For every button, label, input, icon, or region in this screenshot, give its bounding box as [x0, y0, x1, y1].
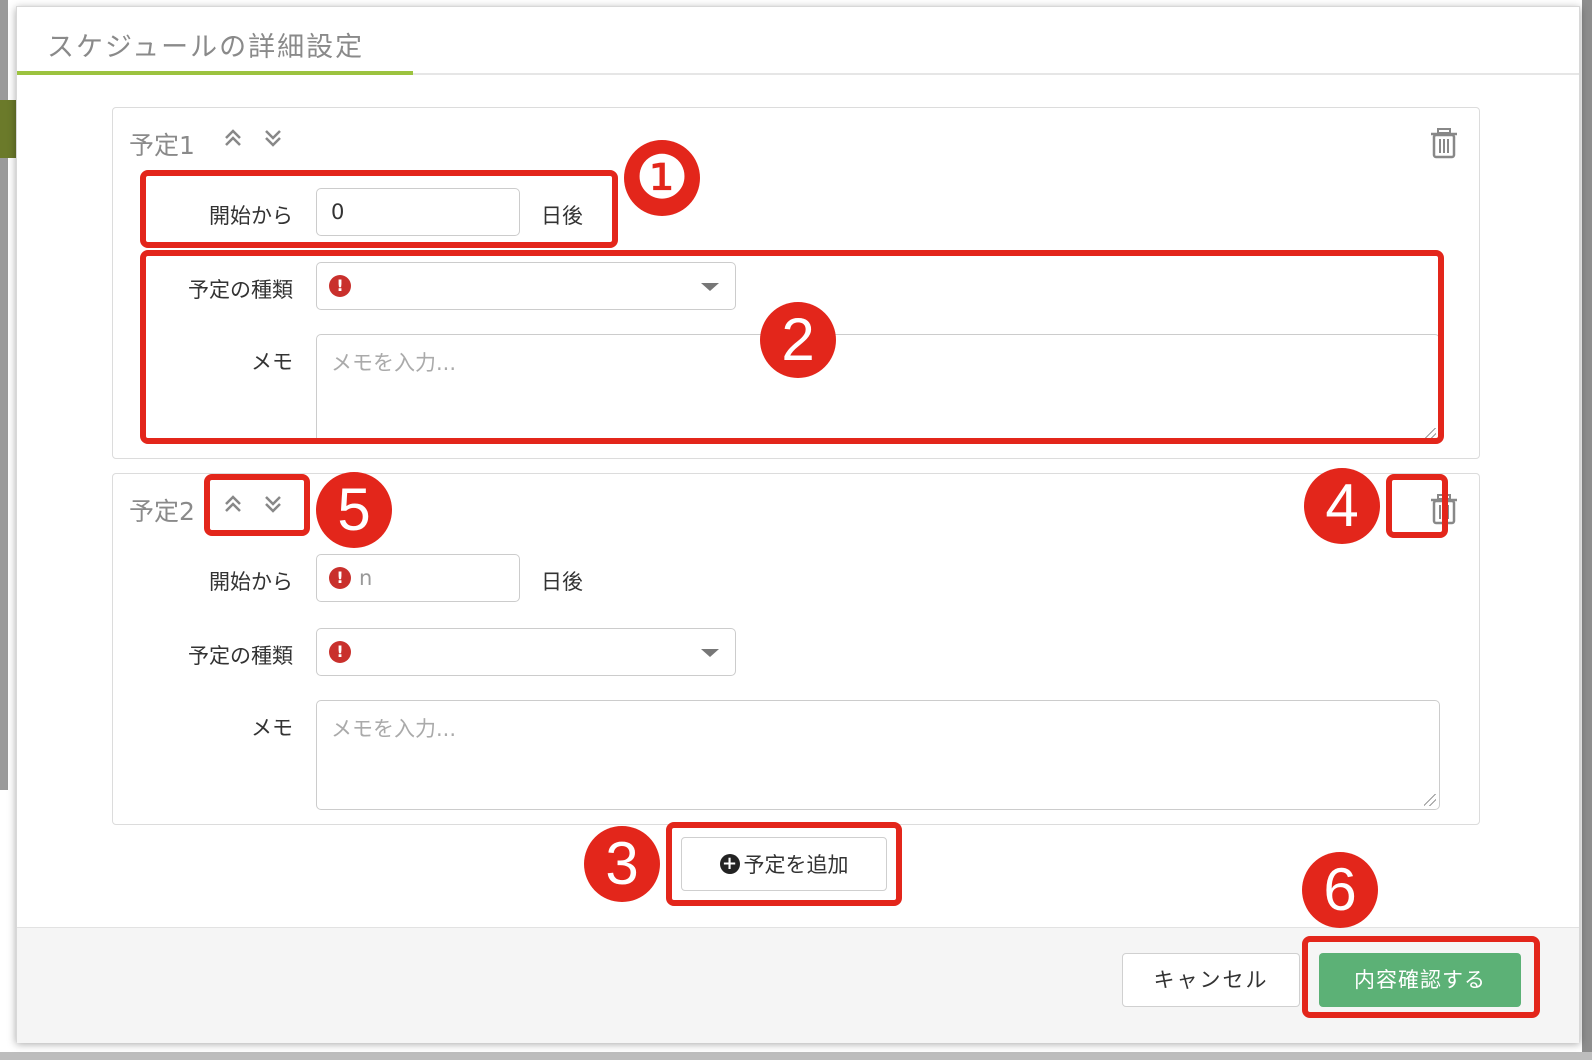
- schedule-card-1: 予定1 開始から 0 日後 予定の種類 ! メモ メモを入力...: [112, 107, 1480, 459]
- trash-icon[interactable]: [1427, 492, 1461, 526]
- start-offset-value: n: [359, 566, 373, 590]
- schedule-card-2: 予定2 開始から ! n 日後 予定の種類 ! メモ メモを入力...: [112, 473, 1480, 825]
- callout-badge-3: 3: [584, 826, 660, 902]
- memo-textarea[interactable]: メモを入力...: [316, 334, 1440, 444]
- memo-placeholder: メモを入力...: [331, 351, 457, 375]
- callout-badge-5: 5: [316, 472, 392, 548]
- move-up-icon[interactable]: [217, 124, 249, 156]
- start-offset-unit: 日後: [541, 570, 583, 594]
- error-icon: !: [329, 275, 351, 297]
- error-icon: !: [329, 641, 351, 663]
- schedule-type-label: 予定の種類: [188, 278, 293, 302]
- start-offset-label: 開始から: [209, 570, 293, 594]
- dialog-header: スケジュールの詳細設定: [17, 7, 1579, 75]
- memo-label: メモ: [251, 716, 293, 740]
- move-up-icon[interactable]: [217, 490, 249, 522]
- backdrop-edge: [0, 1052, 1592, 1060]
- start-offset-input[interactable]: ! n: [316, 554, 520, 602]
- move-down-icon[interactable]: [257, 124, 289, 156]
- memo-placeholder: メモを入力...: [331, 717, 457, 741]
- cancel-button[interactable]: キャンセル: [1122, 953, 1300, 1007]
- add-schedule-label: 予定を追加: [743, 853, 849, 877]
- resize-handle-icon[interactable]: [1424, 794, 1436, 806]
- schedule-type-select[interactable]: !: [316, 628, 736, 676]
- trash-icon[interactable]: [1427, 126, 1461, 160]
- add-schedule-button[interactable]: + 予定を追加: [681, 837, 887, 891]
- start-offset-input[interactable]: 0: [316, 188, 520, 236]
- schedule-type-select[interactable]: !: [316, 262, 736, 310]
- chevron-down-icon: [701, 649, 719, 657]
- callout-badge-4: 4: [1304, 468, 1380, 544]
- move-down-icon[interactable]: [257, 490, 289, 522]
- callout-badge-1: ❶: [624, 140, 700, 216]
- confirm-button[interactable]: 内容確認する: [1319, 953, 1521, 1007]
- callout-badge-2: 2: [760, 302, 836, 378]
- schedule-title: 予定1: [129, 131, 195, 160]
- backdrop-accent: [0, 100, 16, 158]
- memo-label: メモ: [251, 350, 293, 374]
- title-underline: [17, 71, 413, 75]
- schedule-title: 予定2: [129, 497, 195, 526]
- memo-textarea[interactable]: メモを入力...: [316, 700, 1440, 810]
- start-offset-unit: 日後: [541, 204, 583, 228]
- dialog-title: スケジュールの詳細設定: [47, 32, 365, 63]
- schedule-type-label: 予定の種類: [188, 644, 293, 668]
- resize-handle-icon[interactable]: [1424, 428, 1436, 440]
- callout-badge-6: 6: [1302, 852, 1378, 928]
- start-offset-label: 開始から: [209, 204, 293, 228]
- error-icon: !: [329, 567, 351, 589]
- chevron-down-icon: [701, 283, 719, 291]
- backdrop-edge: [1582, 0, 1592, 1060]
- plus-circle-icon: +: [719, 854, 740, 874]
